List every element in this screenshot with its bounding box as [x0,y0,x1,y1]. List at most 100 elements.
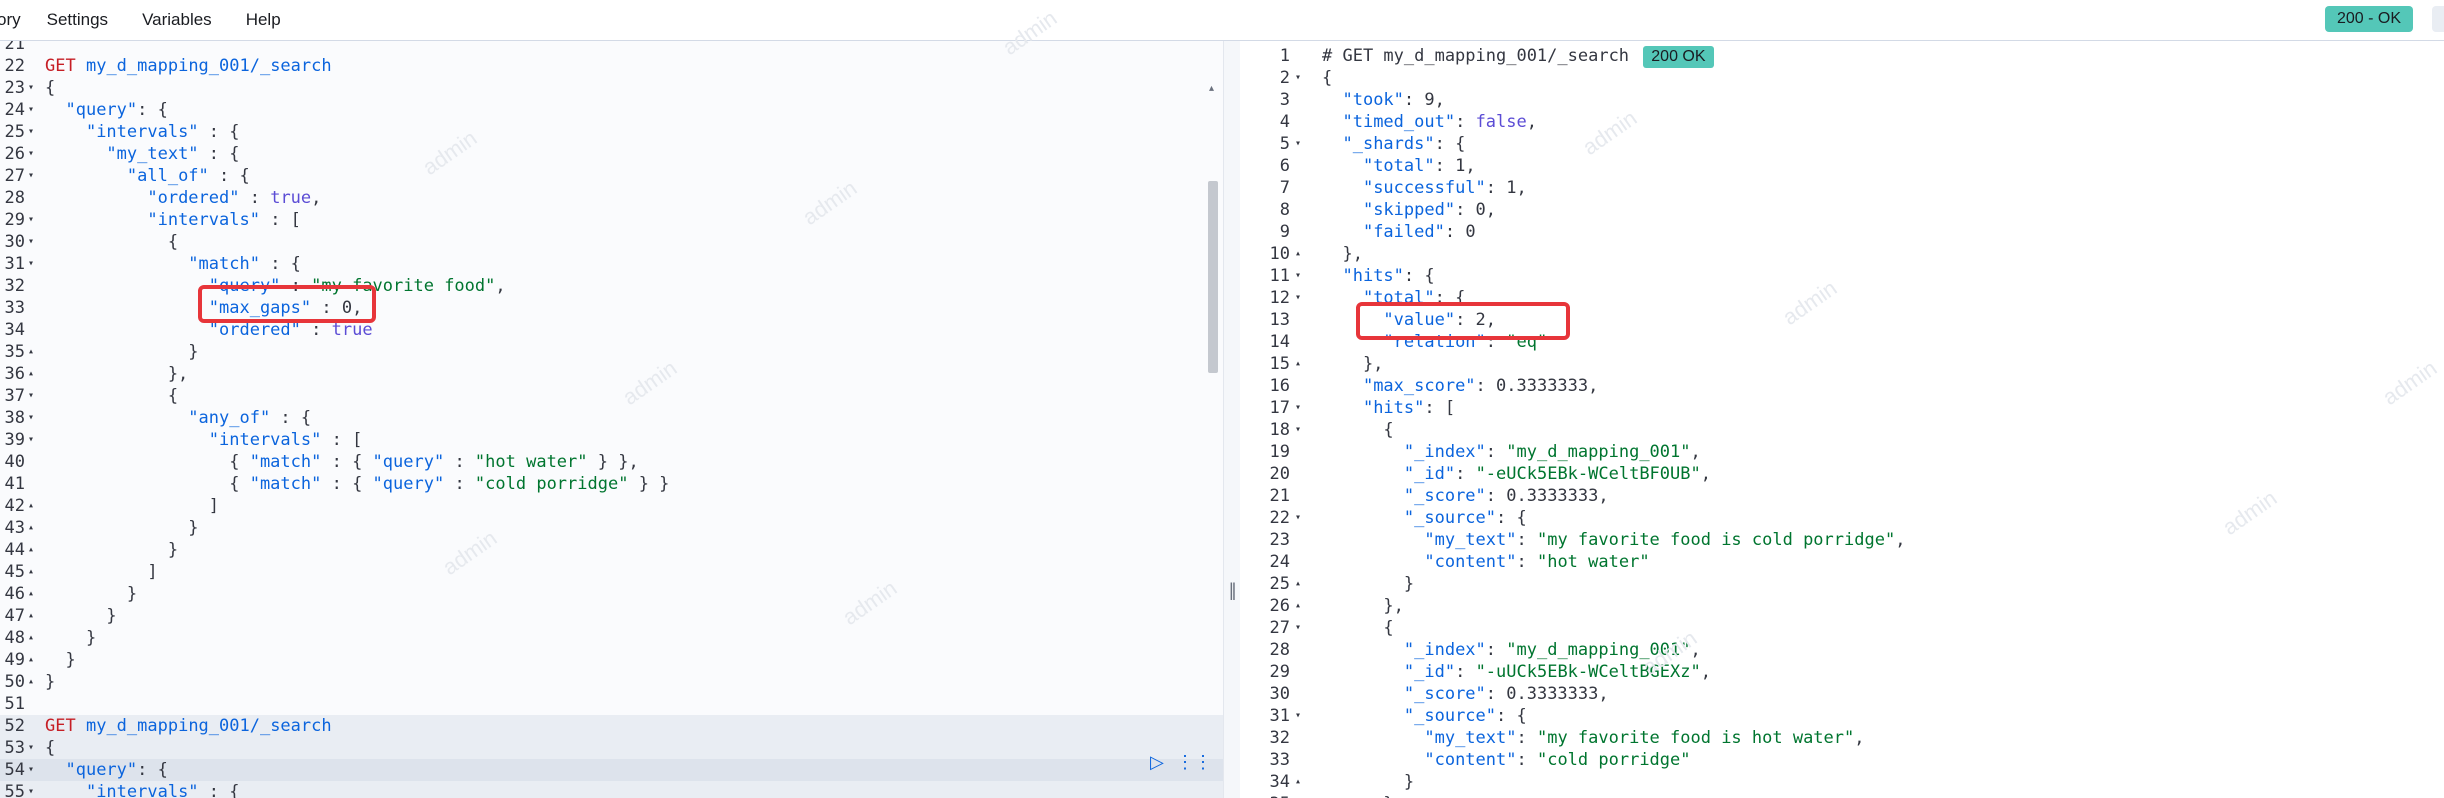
response-code-line[interactable]: 24 "content": "hot water" [1240,551,2444,573]
fold-close-icon[interactable]: ▴ [1295,243,1301,265]
fold-close-icon[interactable]: ▴ [1295,771,1301,793]
fold-open-icon[interactable]: ▾ [1295,265,1301,287]
request-code-line[interactable]: 39 ▾ "intervals" : [ [0,429,1223,451]
request-code-line[interactable]: 44 ▴ } [0,539,1223,561]
response-code-line[interactable]: 25 ▴ } [1240,573,2444,595]
fold-close-icon[interactable]: ▴ [1295,595,1301,617]
fold-open-icon[interactable]: ▾ [28,759,34,781]
response-code-line[interactable]: 8 "skipped": 0, [1240,199,2444,221]
response-code-line[interactable]: 28 "_index": "my_d_mapping_001", [1240,639,2444,661]
resize-grip-icon[interactable]: || [1229,580,1237,601]
fold-open-icon[interactable]: ▾ [28,121,34,143]
request-code-line[interactable]: 30 ▾ { [0,231,1223,253]
fold-open-icon[interactable]: ▾ [28,407,34,429]
response-code-line[interactable]: 15 ▴ }, [1240,353,2444,375]
response-code-line[interactable]: 10 ▴ }, [1240,243,2444,265]
response-code-line[interactable]: 35 } [1240,793,2444,798]
request-code-line[interactable]: 31 ▾ "match" : { [0,253,1223,275]
request-code-line[interactable]: 34 "ordered" : true [0,319,1223,341]
fold-open-icon[interactable]: ▾ [28,385,34,407]
actions-menu-icon[interactable]: ⋮⋮ [1176,752,1212,773]
response-code-line[interactable]: 30 "_score": 0.3333333, [1240,683,2444,705]
request-code-line[interactable]: 49 ▴ } [0,649,1223,671]
request-code-line[interactable]: 37 ▾ { [0,385,1223,407]
request-code-line[interactable]: 24 ▾ "query": { [0,99,1223,121]
fold-open-icon[interactable]: ▾ [28,165,34,187]
request-code-line[interactable]: 55 ▾ "intervals" : { [0,781,1223,798]
fold-open-icon[interactable]: ▾ [28,99,34,121]
request-code-line[interactable]: 36 ▴ }, [0,363,1223,385]
response-code-line[interactable]: 1 # GET my_d_mapping_001/_search 200 OK [1240,45,2444,68]
response-code-line[interactable]: 3 "took": 9, [1240,89,2444,111]
request-code-line[interactable]: 45 ▴ ] [0,561,1223,583]
response-code-line[interactable]: 19 "_index": "my_d_mapping_001", [1240,441,2444,463]
scroll-up-icon[interactable]: ▴ [1209,83,1214,94]
request-code-line[interactable]: 35 ▴ } [0,341,1223,363]
fold-open-icon[interactable]: ▾ [1295,287,1301,309]
response-code-line[interactable]: 34 ▴ } [1240,771,2444,793]
request-code-line[interactable]: 22 GET my_d_mapping_001/_search [0,55,1223,77]
fold-open-icon[interactable]: ▾ [28,781,34,798]
request-code-line[interactable]: 27 ▾ "all_of" : { [0,165,1223,187]
fold-open-icon[interactable]: ▾ [1295,397,1301,419]
response-code-line[interactable]: 4 "timed_out": false, [1240,111,2444,133]
fold-open-icon[interactable]: ▾ [28,253,34,275]
request-code[interactable]: 21 22 GET my_d_mapping_001/_search 23 ▾{24 ▾ … [0,41,1223,798]
request-code-line[interactable]: 32 "query" : "my favorite food", [0,275,1223,297]
response-code-line[interactable]: 31 ▾ "_source": { [1240,705,2444,727]
request-code-line[interactable]: 25 ▾ "intervals" : { [0,121,1223,143]
fold-close-icon[interactable]: ▴ [28,363,34,385]
fold-close-icon[interactable]: ▴ [28,561,34,583]
request-code-line[interactable]: 29 ▾ "intervals" : [ [0,209,1223,231]
request-code-line[interactable]: 28 "ordered" : true, [0,187,1223,209]
response-code-line[interactable]: 20 "_id": "-eUCk5EBk-WCeltBF0UB", [1240,463,2444,485]
menu-settings[interactable]: Settings [47,10,108,30]
response-code-line[interactable]: 18 ▾ { [1240,419,2444,441]
request-code-line[interactable]: 42 ▴ ] [0,495,1223,517]
response-code-line[interactable]: 33 "content": "cold porridge" [1240,749,2444,771]
response-code-line[interactable]: 29 "_id": "-uUCk5EBk-WCeltBGEXz", [1240,661,2444,683]
fold-close-icon[interactable]: ▴ [28,649,34,671]
fold-close-icon[interactable]: ▴ [28,583,34,605]
request-code-line[interactable]: 52 GET my_d_mapping_001/_search [0,715,1223,737]
fold-close-icon[interactable]: ▴ [28,627,34,649]
fold-close-icon[interactable]: ▴ [28,495,34,517]
fold-open-icon[interactable]: ▾ [1295,133,1301,155]
fold-open-icon[interactable]: ▾ [28,737,34,759]
response-code-line[interactable]: 32 "my_text": "my favorite food is hot w… [1240,727,2444,749]
fold-close-icon[interactable]: ▴ [28,605,34,627]
request-code-line[interactable]: 38 ▾ "any_of" : { [0,407,1223,429]
response-code-line[interactable]: 26 ▴ }, [1240,595,2444,617]
fold-open-icon[interactable]: ▾ [28,429,34,451]
response-code-line[interactable]: 16 "max_score": 0.3333333, [1240,375,2444,397]
fold-close-icon[interactable]: ▴ [28,671,34,693]
request-code-line[interactable]: 53 ▾ { [0,737,1223,759]
response-code-line[interactable]: 2 ▾ { [1240,67,2444,89]
fold-close-icon[interactable]: ▴ [28,341,34,363]
request-editor[interactable]: 21 22 GET my_d_mapping_001/_search 23 ▾{24 ▾ … [0,41,1223,798]
fold-open-icon[interactable]: ▾ [1295,67,1301,89]
response-code-line[interactable]: 6 "total": 1, [1240,155,2444,177]
response-code-line[interactable]: 23 "my_text": "my favorite food is cold … [1240,529,2444,551]
request-code-line[interactable]: 41 { "match" : { "query" : "cold porridg… [0,473,1223,495]
fold-close-icon[interactable]: ▴ [28,517,34,539]
request-code-line[interactable]: 43 ▴ } [0,517,1223,539]
fold-open-icon[interactable]: ▾ [28,209,34,231]
request-code-line[interactable]: 51 [0,693,1223,715]
fold-open-icon[interactable]: ▾ [28,231,34,253]
fold-close-icon[interactable]: ▴ [28,539,34,561]
menu-variables[interactable]: Variables [142,10,212,30]
menu-help[interactable]: Help [246,10,281,30]
fold-open-icon[interactable]: ▾ [1295,419,1301,441]
fold-open-icon[interactable]: ▾ [1295,507,1301,529]
request-code-line[interactable]: 47 ▴ } [0,605,1223,627]
fold-open-icon[interactable]: ▾ [28,143,34,165]
fold-open-icon[interactable]: ▾ [1295,617,1301,639]
request-code-line[interactable]: 21 [0,41,1223,55]
menu-history[interactable]: ory [0,10,21,30]
request-code-line[interactable]: 48 ▴ } [0,627,1223,649]
response-code-line[interactable]: 17 ▾ "hits": [ [1240,397,2444,419]
fold-close-icon[interactable]: ▴ [1295,353,1301,375]
response-code-line[interactable]: 11 ▾ "hits": { [1240,265,2444,287]
request-code-line[interactable]: 23 ▾ { [0,77,1223,99]
